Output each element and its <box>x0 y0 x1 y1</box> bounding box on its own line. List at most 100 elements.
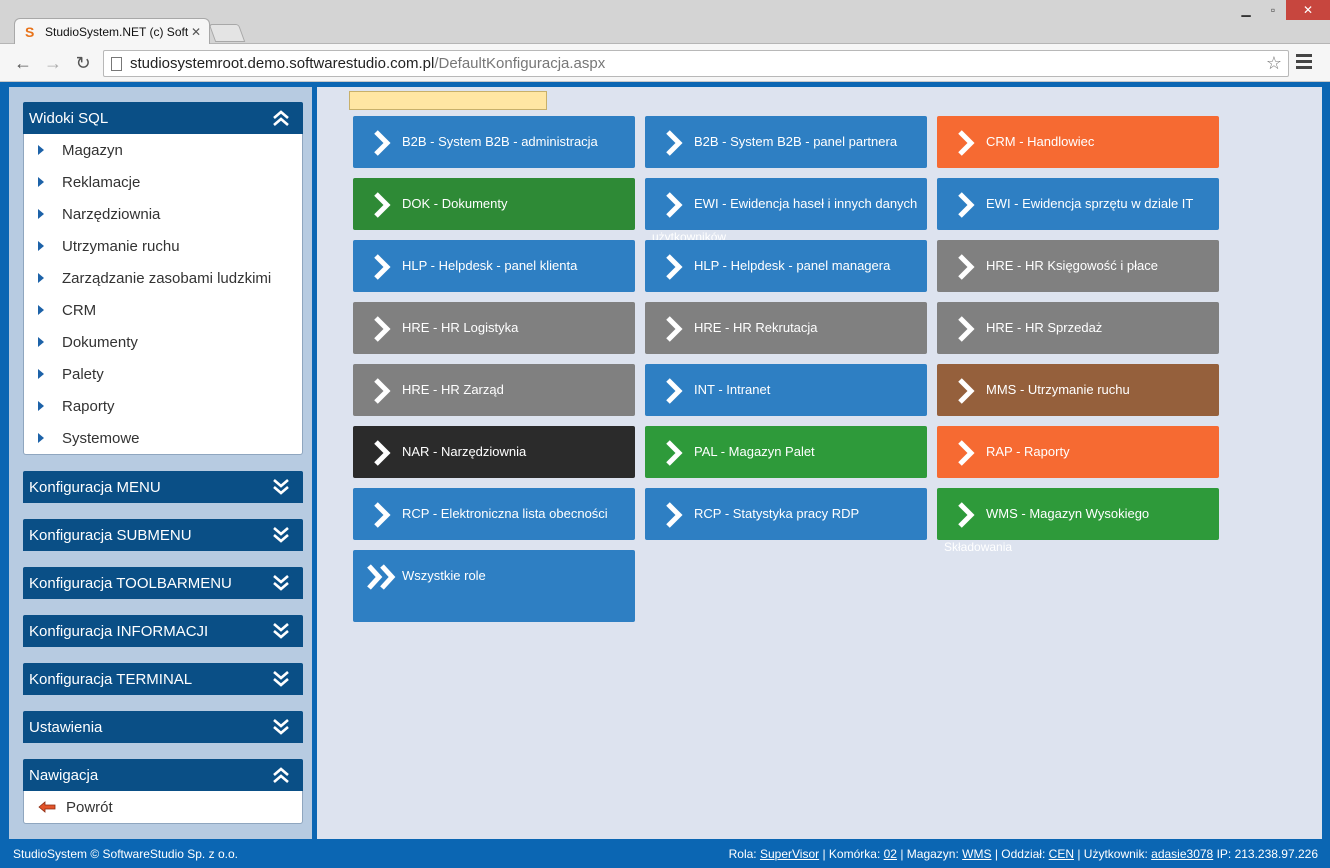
back-arrow-icon[interactable]: ← <box>12 52 34 74</box>
oddzial-link[interactable]: CEN <box>1049 847 1074 861</box>
chevron-down-double-icon[interactable] <box>273 574 289 592</box>
triangle-right-icon <box>38 401 44 411</box>
role-tile[interactable]: RCP - Statystyka pracy RDP <box>645 488 927 540</box>
sidebar-item-magazyn[interactable]: Magazyn <box>24 134 302 166</box>
panel-body-nawigacja: Powrót <box>23 791 303 824</box>
search-input[interactable] <box>349 91 547 110</box>
role-tile-label: HRE - HR Sprzedaż <box>986 320 1103 335</box>
role-tile[interactable]: EWI - Ewidencja sprzętu w dziale IT <box>937 178 1219 230</box>
browser-menu-icon[interactable] <box>1296 54 1312 72</box>
forward-arrow-icon[interactable]: → <box>42 52 64 74</box>
panel-header-widoki-sql[interactable]: Widoki SQL <box>23 102 303 134</box>
sidebar-item-raporty[interactable]: Raporty <box>24 390 302 422</box>
chevron-right-icon <box>958 440 975 466</box>
panel-header-ustawienia[interactable]: Ustawienia <box>23 711 303 743</box>
role-tile[interactable]: Wszystkie role <box>353 550 635 622</box>
role-tile[interactable]: NAR - Narzędziownia <box>353 426 635 478</box>
role-tile[interactable]: HRE - HR Logistyka <box>353 302 635 354</box>
close-tab-icon[interactable]: ✕ <box>191 25 201 39</box>
chevron-down-double-icon[interactable] <box>273 622 289 640</box>
role-tile[interactable]: HLP - Helpdesk - panel klienta <box>353 240 635 292</box>
rola-label: Rola: <box>728 847 757 861</box>
panel-title: Konfiguracja MENU <box>29 478 161 496</box>
maximize-icon[interactable]: ▫ <box>1260 0 1286 20</box>
role-tile[interactable]: WMS - Magazyn Wysokiego Składowania <box>937 488 1219 554</box>
chevron-right-icon <box>374 254 391 280</box>
minimize-icon[interactable]: ▁ <box>1232 0 1260 20</box>
role-tile[interactable]: CRM - Handlowiec <box>937 116 1219 168</box>
sidebar-item-systemowe[interactable]: Systemowe <box>24 422 302 454</box>
chevron-down-double-icon[interactable] <box>273 478 289 496</box>
chevron-right-icon <box>958 192 975 218</box>
sidebar-item-utrzymanie-ruchu[interactable]: Utrzymanie ruchu <box>24 230 302 262</box>
panel-header-konfiguracja-toolbarmenu[interactable]: Konfiguracja TOOLBARMENU <box>23 567 303 599</box>
chevron-down-double-icon[interactable] <box>273 670 289 688</box>
role-tile-label: B2B - System B2B - administracja <box>402 134 598 149</box>
sidebar-item-dokumenty[interactable]: Dokumenty <box>24 326 302 358</box>
chevron-down-double-icon[interactable] <box>273 526 289 544</box>
panel-title: Konfiguracja SUBMENU <box>29 526 192 544</box>
panel-header-nawigacja[interactable]: Nawigacja <box>23 759 303 791</box>
role-tile[interactable]: PAL - Magazyn Palet <box>645 426 927 478</box>
status-bar: StudioSystem © SoftwareStudio Sp. z o.o.… <box>0 839 1330 868</box>
chevron-right-icon <box>958 130 975 156</box>
url-path: /DefaultKonfiguracja.aspx <box>434 55 606 72</box>
role-tile[interactable]: RAP - Raporty <box>937 426 1219 478</box>
role-tile-label: RCP - Statystyka pracy RDP <box>694 506 860 521</box>
chevron-up-double-icon[interactable] <box>273 766 289 784</box>
role-tile-label: HRE - HR Logistyka <box>402 320 519 335</box>
browser-toolbar: ← → ↻ studiosystemroot.demo.softwarestud… <box>0 44 1330 82</box>
panel-header-konfiguracja-informacji[interactable]: Konfiguracja INFORMACJI <box>23 615 303 647</box>
role-tile[interactable]: B2B - System B2B - administracja <box>353 116 635 168</box>
sidebar-item-crm[interactable]: CRM <box>24 294 302 326</box>
panel-header-konfiguracja-menu[interactable]: Konfiguracja MENU <box>23 471 303 503</box>
role-tile[interactable]: RCP - Elektroniczna lista obecności <box>353 488 635 540</box>
chevron-down-double-icon[interactable] <box>273 718 289 736</box>
role-tile-label: HRE - HR Zarząd <box>402 382 504 397</box>
role-tile[interactable]: INT - Intranet <box>645 364 927 416</box>
rola-link[interactable]: SuperVisor <box>760 847 819 861</box>
reload-icon[interactable]: ↻ <box>72 52 94 74</box>
panel-header-konfiguracja-terminal[interactable]: Konfiguracja TERMINAL <box>23 663 303 695</box>
role-tile[interactable]: EWI - Ewidencja haseł i innych danych uży… <box>645 178 927 244</box>
triangle-right-icon <box>38 337 44 347</box>
new-tab-button[interactable] <box>208 24 246 42</box>
role-tile[interactable]: DOK - Dokumenty <box>353 178 635 230</box>
ip-value: 213.238.97.226 <box>1234 847 1318 861</box>
role-tile[interactable]: HRE - HR Zarząd <box>353 364 635 416</box>
sidebar-item-zarzadzanie-zasobami[interactable]: Zarządzanie zasobami ludzkimi <box>24 262 302 294</box>
panel-header-konfiguracja-submenu[interactable]: Konfiguracja SUBMENU <box>23 519 303 551</box>
chevron-right-icon <box>666 502 683 528</box>
role-tile[interactable]: HLP - Helpdesk - panel managera <box>645 240 927 292</box>
back-link[interactable]: Powrót <box>24 791 302 823</box>
app-frame: Widoki SQL Magazyn Reklamacje Narzędziow… <box>0 82 1330 868</box>
sidebar: Widoki SQL Magazyn Reklamacje Narzędziow… <box>9 87 312 839</box>
sidebar-item-palety[interactable]: Palety <box>24 358 302 390</box>
role-tile-label: Wszystkie role <box>402 568 486 583</box>
sidebar-item-narzedziownia[interactable]: Narzędziownia <box>24 198 302 230</box>
triangle-right-icon <box>38 145 44 155</box>
panel-title: Widoki SQL <box>29 109 109 127</box>
role-tile-label-overflow: Składowania <box>944 540 1013 554</box>
chevron-right-icon <box>958 378 975 404</box>
role-tile[interactable]: HRE - HR Rekrutacja <box>645 302 927 354</box>
uzytkownik-link[interactable]: adasie3078 <box>1151 847 1213 861</box>
role-tile[interactable]: MMS - Utrzymanie ruchu <box>937 364 1219 416</box>
address-bar[interactable]: studiosystemroot.demo.softwarestudio.com… <box>103 50 1289 77</box>
bookmark-star-icon[interactable]: ☆ <box>1266 53 1282 74</box>
browser-tab[interactable]: S StudioSystem.NET (c) Soft ✕ <box>14 18 210 45</box>
role-tile[interactable]: HRE - HR Sprzedaż <box>937 302 1219 354</box>
sidebar-item-label: Zarządzanie zasobami ludzkimi <box>62 269 272 287</box>
sidebar-item-reklamacje[interactable]: Reklamacje <box>24 166 302 198</box>
role-tile[interactable]: B2B - System B2B - panel partnera <box>645 116 927 168</box>
role-tile[interactable]: HRE - HR Księgowość i płace <box>937 240 1219 292</box>
sidebar-item-label: Utrzymanie ruchu <box>62 237 180 255</box>
close-window-icon[interactable]: ✕ <box>1286 0 1330 20</box>
chevron-up-double-icon[interactable] <box>273 109 289 127</box>
chevron-right-icon <box>958 502 975 528</box>
role-tile-label: INT - Intranet <box>694 382 771 397</box>
komorka-link[interactable]: 02 <box>884 847 897 861</box>
sidebar-item-label: Reklamacje <box>62 173 141 191</box>
chevron-right-icon <box>374 440 391 466</box>
magazyn-link[interactable]: WMS <box>962 847 991 861</box>
